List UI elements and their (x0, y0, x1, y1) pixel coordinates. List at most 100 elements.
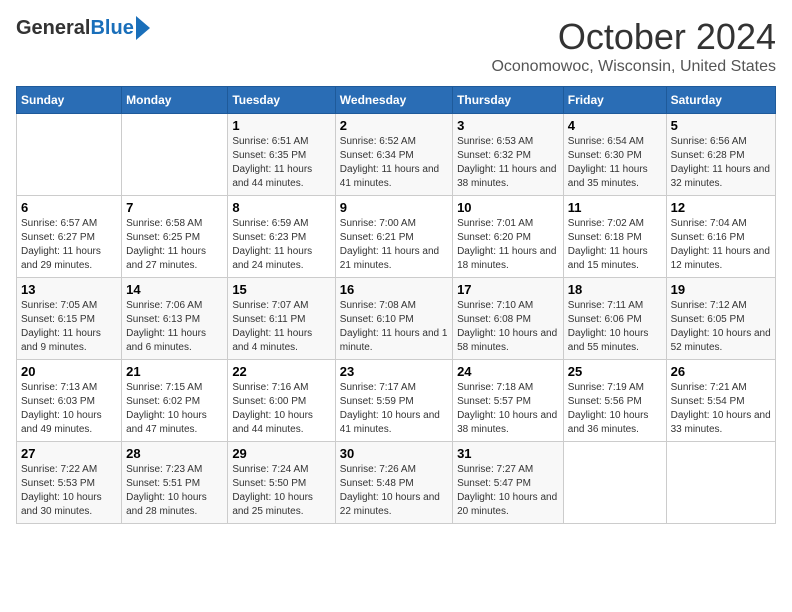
day-number: 24 (457, 364, 559, 379)
calendar-cell: 3 Sunrise: 6:53 AM Sunset: 6:32 PM Daylig… (453, 114, 564, 196)
day-number: 28 (126, 446, 223, 461)
day-number: 7 (126, 200, 223, 215)
calendar-table: SundayMondayTuesdayWednesdayThursdayFrid… (16, 86, 776, 524)
day-number: 3 (457, 118, 559, 133)
title-block: October 2024 Oconomowoc, Wisconsin, Unit… (491, 16, 776, 76)
day-number: 31 (457, 446, 559, 461)
week-row-2: 6Sunrise: 6:57 AM Sunset: 6:27 PM Daylig… (17, 196, 776, 278)
day-info: Sunrise: 7:24 AM Sunset: 5:50 PM Dayligh… (232, 463, 330, 519)
calendar-cell: 12Sunrise: 7:04 AM Sunset: 6:16 PM Dayli… (666, 196, 775, 278)
day-number: 26 (671, 364, 771, 379)
day-info: Sunrise: 7:27 AM Sunset: 5:47 PM Dayligh… (457, 463, 559, 519)
day-number: 27 (21, 446, 117, 461)
calendar-cell: 26 Sunrise: 7:21 AM Sunset: 5:54 PM Dayli… (666, 360, 775, 442)
day-number: 30 (340, 446, 448, 461)
header-wednesday: Wednesday (335, 87, 452, 114)
day-info: Sunrise: 7:04 AM Sunset: 6:16 PM Dayligh… (671, 217, 771, 273)
week-row-5: 27Sunrise: 7:22 AM Sunset: 5:53 PM Dayli… (17, 442, 776, 524)
calendar-cell: 6Sunrise: 6:57 AM Sunset: 6:27 PM Daylig… (17, 196, 122, 278)
header-friday: Friday (563, 87, 666, 114)
day-info: Sunrise: 7:07 AM Sunset: 6:11 PM Dayligh… (232, 299, 330, 355)
logo: General Blue (16, 16, 150, 40)
day-info: Sunrise: 6:53 AM Sunset: 6:32 PM Dayligh… (457, 135, 559, 191)
day-info: Sunrise: 7:23 AM Sunset: 5:51 PM Dayligh… (126, 463, 223, 519)
day-info: Sunrise: 7:26 AM Sunset: 5:48 PM Dayligh… (340, 463, 448, 519)
header-tuesday: Tuesday (228, 87, 335, 114)
page-header: General Blue October 2024 Oconomowoc, Wi… (16, 16, 776, 76)
day-number: 16 (340, 282, 448, 297)
calendar-cell: 14Sunrise: 7:06 AM Sunset: 6:13 PM Dayli… (122, 278, 228, 360)
day-info: Sunrise: 6:59 AM Sunset: 6:23 PM Dayligh… (232, 217, 330, 273)
location-title: Oconomowoc, Wisconsin, United States (491, 58, 776, 76)
calendar-cell: 1 Sunrise: 6:51 AM Sunset: 6:35 PM Daylig… (228, 114, 335, 196)
calendar-cell: 10Sunrise: 7:01 AM Sunset: 6:20 PM Dayli… (453, 196, 564, 278)
day-number: 1 (232, 118, 330, 133)
day-number: 11 (568, 200, 662, 215)
calendar-cell: 27Sunrise: 7:22 AM Sunset: 5:53 PM Dayli… (17, 442, 122, 524)
calendar-cell: 4 Sunrise: 6:54 AM Sunset: 6:30 PM Daylig… (563, 114, 666, 196)
header-thursday: Thursday (453, 87, 564, 114)
calendar-cell: 11 Sunrise: 7:02 AM Sunset: 6:18 PM Dayli… (563, 196, 666, 278)
day-number: 4 (568, 118, 662, 133)
calendar-cell: 28 Sunrise: 7:23 AM Sunset: 5:51 PM Dayli… (122, 442, 228, 524)
header-sunday: Sunday (17, 87, 122, 114)
day-info: Sunrise: 7:21 AM Sunset: 5:54 PM Dayligh… (671, 381, 771, 437)
day-number: 8 (232, 200, 330, 215)
logo-general-text: General (16, 17, 90, 40)
calendar-cell: 31 Sunrise: 7:27 AM Sunset: 5:47 PM Dayli… (453, 442, 564, 524)
calendar-cell: 9 Sunrise: 7:00 AM Sunset: 6:21 PM Daylig… (335, 196, 452, 278)
calendar-cell: 29 Sunrise: 7:24 AM Sunset: 5:50 PM Dayli… (228, 442, 335, 524)
calendar-cell: 22 Sunrise: 7:16 AM Sunset: 6:00 PM Dayli… (228, 360, 335, 442)
day-info: Sunrise: 6:52 AM Sunset: 6:34 PM Dayligh… (340, 135, 448, 191)
calendar-cell: 25 Sunrise: 7:19 AM Sunset: 5:56 PM Dayli… (563, 360, 666, 442)
day-number: 29 (232, 446, 330, 461)
day-info: Sunrise: 7:16 AM Sunset: 6:00 PM Dayligh… (232, 381, 330, 437)
calendar-cell: 8 Sunrise: 6:59 AM Sunset: 6:23 PM Daylig… (228, 196, 335, 278)
month-title: October 2024 (491, 16, 776, 58)
calendar-cell (666, 442, 775, 524)
day-info: Sunrise: 6:54 AM Sunset: 6:30 PM Dayligh… (568, 135, 662, 191)
calendar-cell: 13Sunrise: 7:05 AM Sunset: 6:15 PM Dayli… (17, 278, 122, 360)
calendar-cell: 24 Sunrise: 7:18 AM Sunset: 5:57 PM Dayli… (453, 360, 564, 442)
day-number: 9 (340, 200, 448, 215)
day-info: Sunrise: 7:00 AM Sunset: 6:21 PM Dayligh… (340, 217, 448, 273)
calendar-cell: 20 Sunrise: 7:13 AM Sunset: 6:03 PM Dayli… (17, 360, 122, 442)
day-number: 14 (126, 282, 223, 297)
day-info: Sunrise: 7:10 AM Sunset: 6:08 PM Dayligh… (457, 299, 559, 355)
calendar-cell: 2Sunrise: 6:52 AM Sunset: 6:34 PM Daylig… (335, 114, 452, 196)
day-number: 20 (21, 364, 117, 379)
day-info: Sunrise: 6:58 AM Sunset: 6:25 PM Dayligh… (126, 217, 223, 273)
day-info: Sunrise: 7:11 AM Sunset: 6:06 PM Dayligh… (568, 299, 662, 355)
week-row-4: 20 Sunrise: 7:13 AM Sunset: 6:03 PM Dayli… (17, 360, 776, 442)
day-number: 25 (568, 364, 662, 379)
day-number: 19 (671, 282, 771, 297)
calendar-cell (563, 442, 666, 524)
calendar-cell: 17 Sunrise: 7:10 AM Sunset: 6:08 PM Dayli… (453, 278, 564, 360)
week-row-3: 13Sunrise: 7:05 AM Sunset: 6:15 PM Dayli… (17, 278, 776, 360)
day-info: Sunrise: 7:17 AM Sunset: 5:59 PM Dayligh… (340, 381, 448, 437)
calendar-cell: 16 Sunrise: 7:08 AM Sunset: 6:10 PM Dayli… (335, 278, 452, 360)
day-number: 17 (457, 282, 559, 297)
day-info: Sunrise: 7:18 AM Sunset: 5:57 PM Dayligh… (457, 381, 559, 437)
day-number: 18 (568, 282, 662, 297)
day-info: Sunrise: 6:51 AM Sunset: 6:35 PM Dayligh… (232, 135, 330, 191)
header-saturday: Saturday (666, 87, 775, 114)
calendar-cell (17, 114, 122, 196)
day-number: 6 (21, 200, 117, 215)
day-info: Sunrise: 6:56 AM Sunset: 6:28 PM Dayligh… (671, 135, 771, 191)
calendar-cell: 19Sunrise: 7:12 AM Sunset: 6:05 PM Dayli… (666, 278, 775, 360)
calendar-cell (122, 114, 228, 196)
day-info: Sunrise: 7:02 AM Sunset: 6:18 PM Dayligh… (568, 217, 662, 273)
calendar-cell: 23 Sunrise: 7:17 AM Sunset: 5:59 PM Dayli… (335, 360, 452, 442)
day-info: Sunrise: 7:08 AM Sunset: 6:10 PM Dayligh… (340, 299, 448, 355)
day-number: 23 (340, 364, 448, 379)
logo-arrow-icon (136, 16, 150, 40)
day-info: Sunrise: 7:19 AM Sunset: 5:56 PM Dayligh… (568, 381, 662, 437)
day-info: Sunrise: 7:13 AM Sunset: 6:03 PM Dayligh… (21, 381, 117, 437)
day-number: 10 (457, 200, 559, 215)
calendar-header-row: SundayMondayTuesdayWednesdayThursdayFrid… (17, 87, 776, 114)
calendar-cell: 30 Sunrise: 7:26 AM Sunset: 5:48 PM Dayli… (335, 442, 452, 524)
day-number: 5 (671, 118, 771, 133)
day-number: 22 (232, 364, 330, 379)
day-info: Sunrise: 7:05 AM Sunset: 6:15 PM Dayligh… (21, 299, 117, 355)
